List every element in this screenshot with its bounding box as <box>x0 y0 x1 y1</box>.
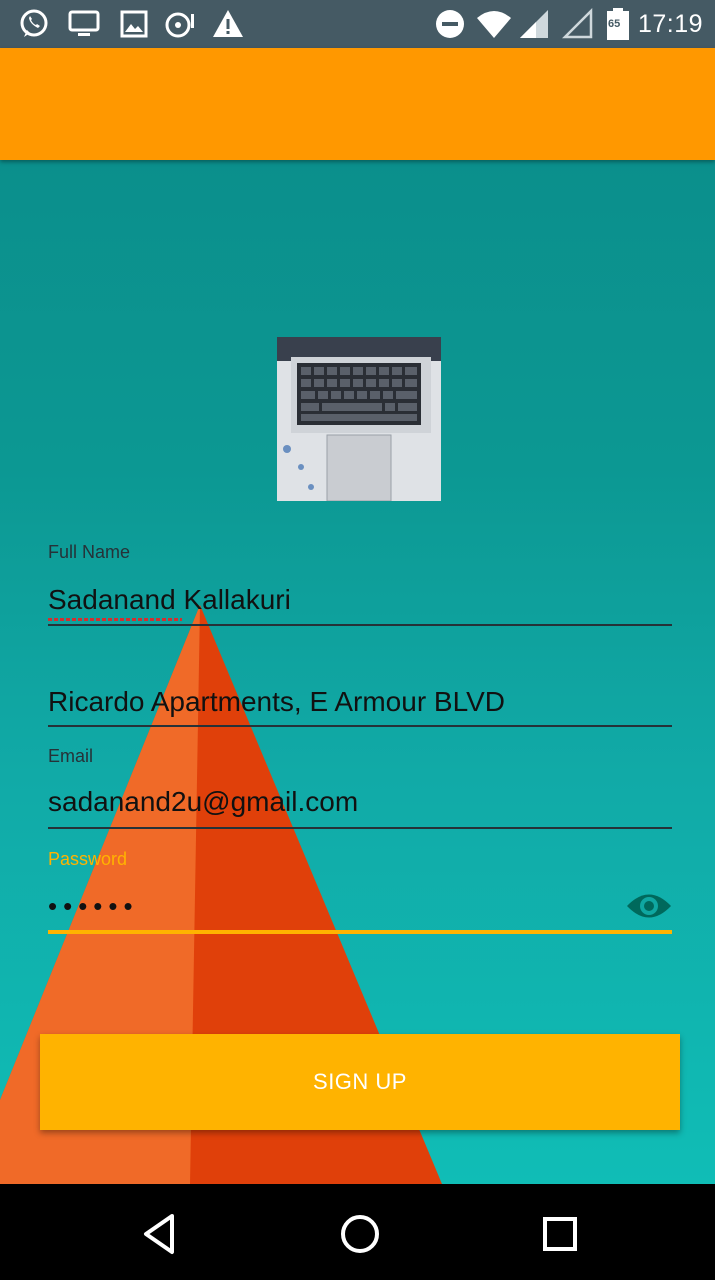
address-input[interactable]: Ricardo Apartments, E Armour BLVD <box>48 686 505 718</box>
address-underline <box>48 725 672 727</box>
address-field[interactable]: Ricardo Apartments, E Armour BLVD <box>48 680 672 730</box>
full-name-input[interactable]: Sadanand Kallakuri <box>48 584 291 616</box>
spellcheck-underline <box>48 618 182 621</box>
recents-icon[interactable] <box>534 1208 586 1260</box>
profile-photo[interactable] <box>277 337 441 501</box>
app-bar <box>0 48 715 160</box>
signal-empty-icon <box>562 8 593 39</box>
sync-icon <box>165 12 194 38</box>
wallpaper-triangle <box>0 605 442 1184</box>
password-input[interactable]: •••••• <box>48 891 139 922</box>
sign-up-button[interactable]: SIGN UP <box>40 1034 680 1130</box>
password-underline <box>48 930 672 934</box>
email-field[interactable]: Email sadanand2u@gmail.com <box>48 744 672 834</box>
warning-icon <box>213 10 243 37</box>
whatsapp-icon <box>20 9 48 37</box>
signal-icon <box>520 10 548 38</box>
do-not-disturb-icon <box>436 10 464 38</box>
password-field[interactable]: Password •••••• <box>48 847 672 937</box>
home-icon[interactable] <box>334 1208 386 1260</box>
email-input[interactable]: sadanand2u@gmail.com <box>48 786 358 818</box>
image-icon <box>120 10 148 38</box>
full-name-underline <box>48 624 672 626</box>
battery-icon: 65 <box>606 8 630 40</box>
laptop-photo <box>277 337 441 501</box>
status-bar: 65 17:19 <box>0 0 715 48</box>
wifi-icon <box>477 11 511 38</box>
full-name-field[interactable]: Full Name Sadanand Kallakuri <box>48 540 672 630</box>
clock: 17:19 <box>637 10 703 38</box>
email-label: Email <box>48 746 94 766</box>
email-underline <box>48 827 672 829</box>
navigation-bar <box>0 1184 715 1280</box>
password-label: Password <box>48 849 128 869</box>
monitor-icon <box>68 10 100 36</box>
battery-level: 65 <box>608 18 621 30</box>
full-name-label: Full Name <box>48 542 131 562</box>
signup-form-background: Full Name Sadanand Kallakuri Ricardo Apa… <box>0 160 715 1184</box>
show-password-eye-icon[interactable] <box>626 889 672 923</box>
back-icon[interactable] <box>134 1208 186 1260</box>
